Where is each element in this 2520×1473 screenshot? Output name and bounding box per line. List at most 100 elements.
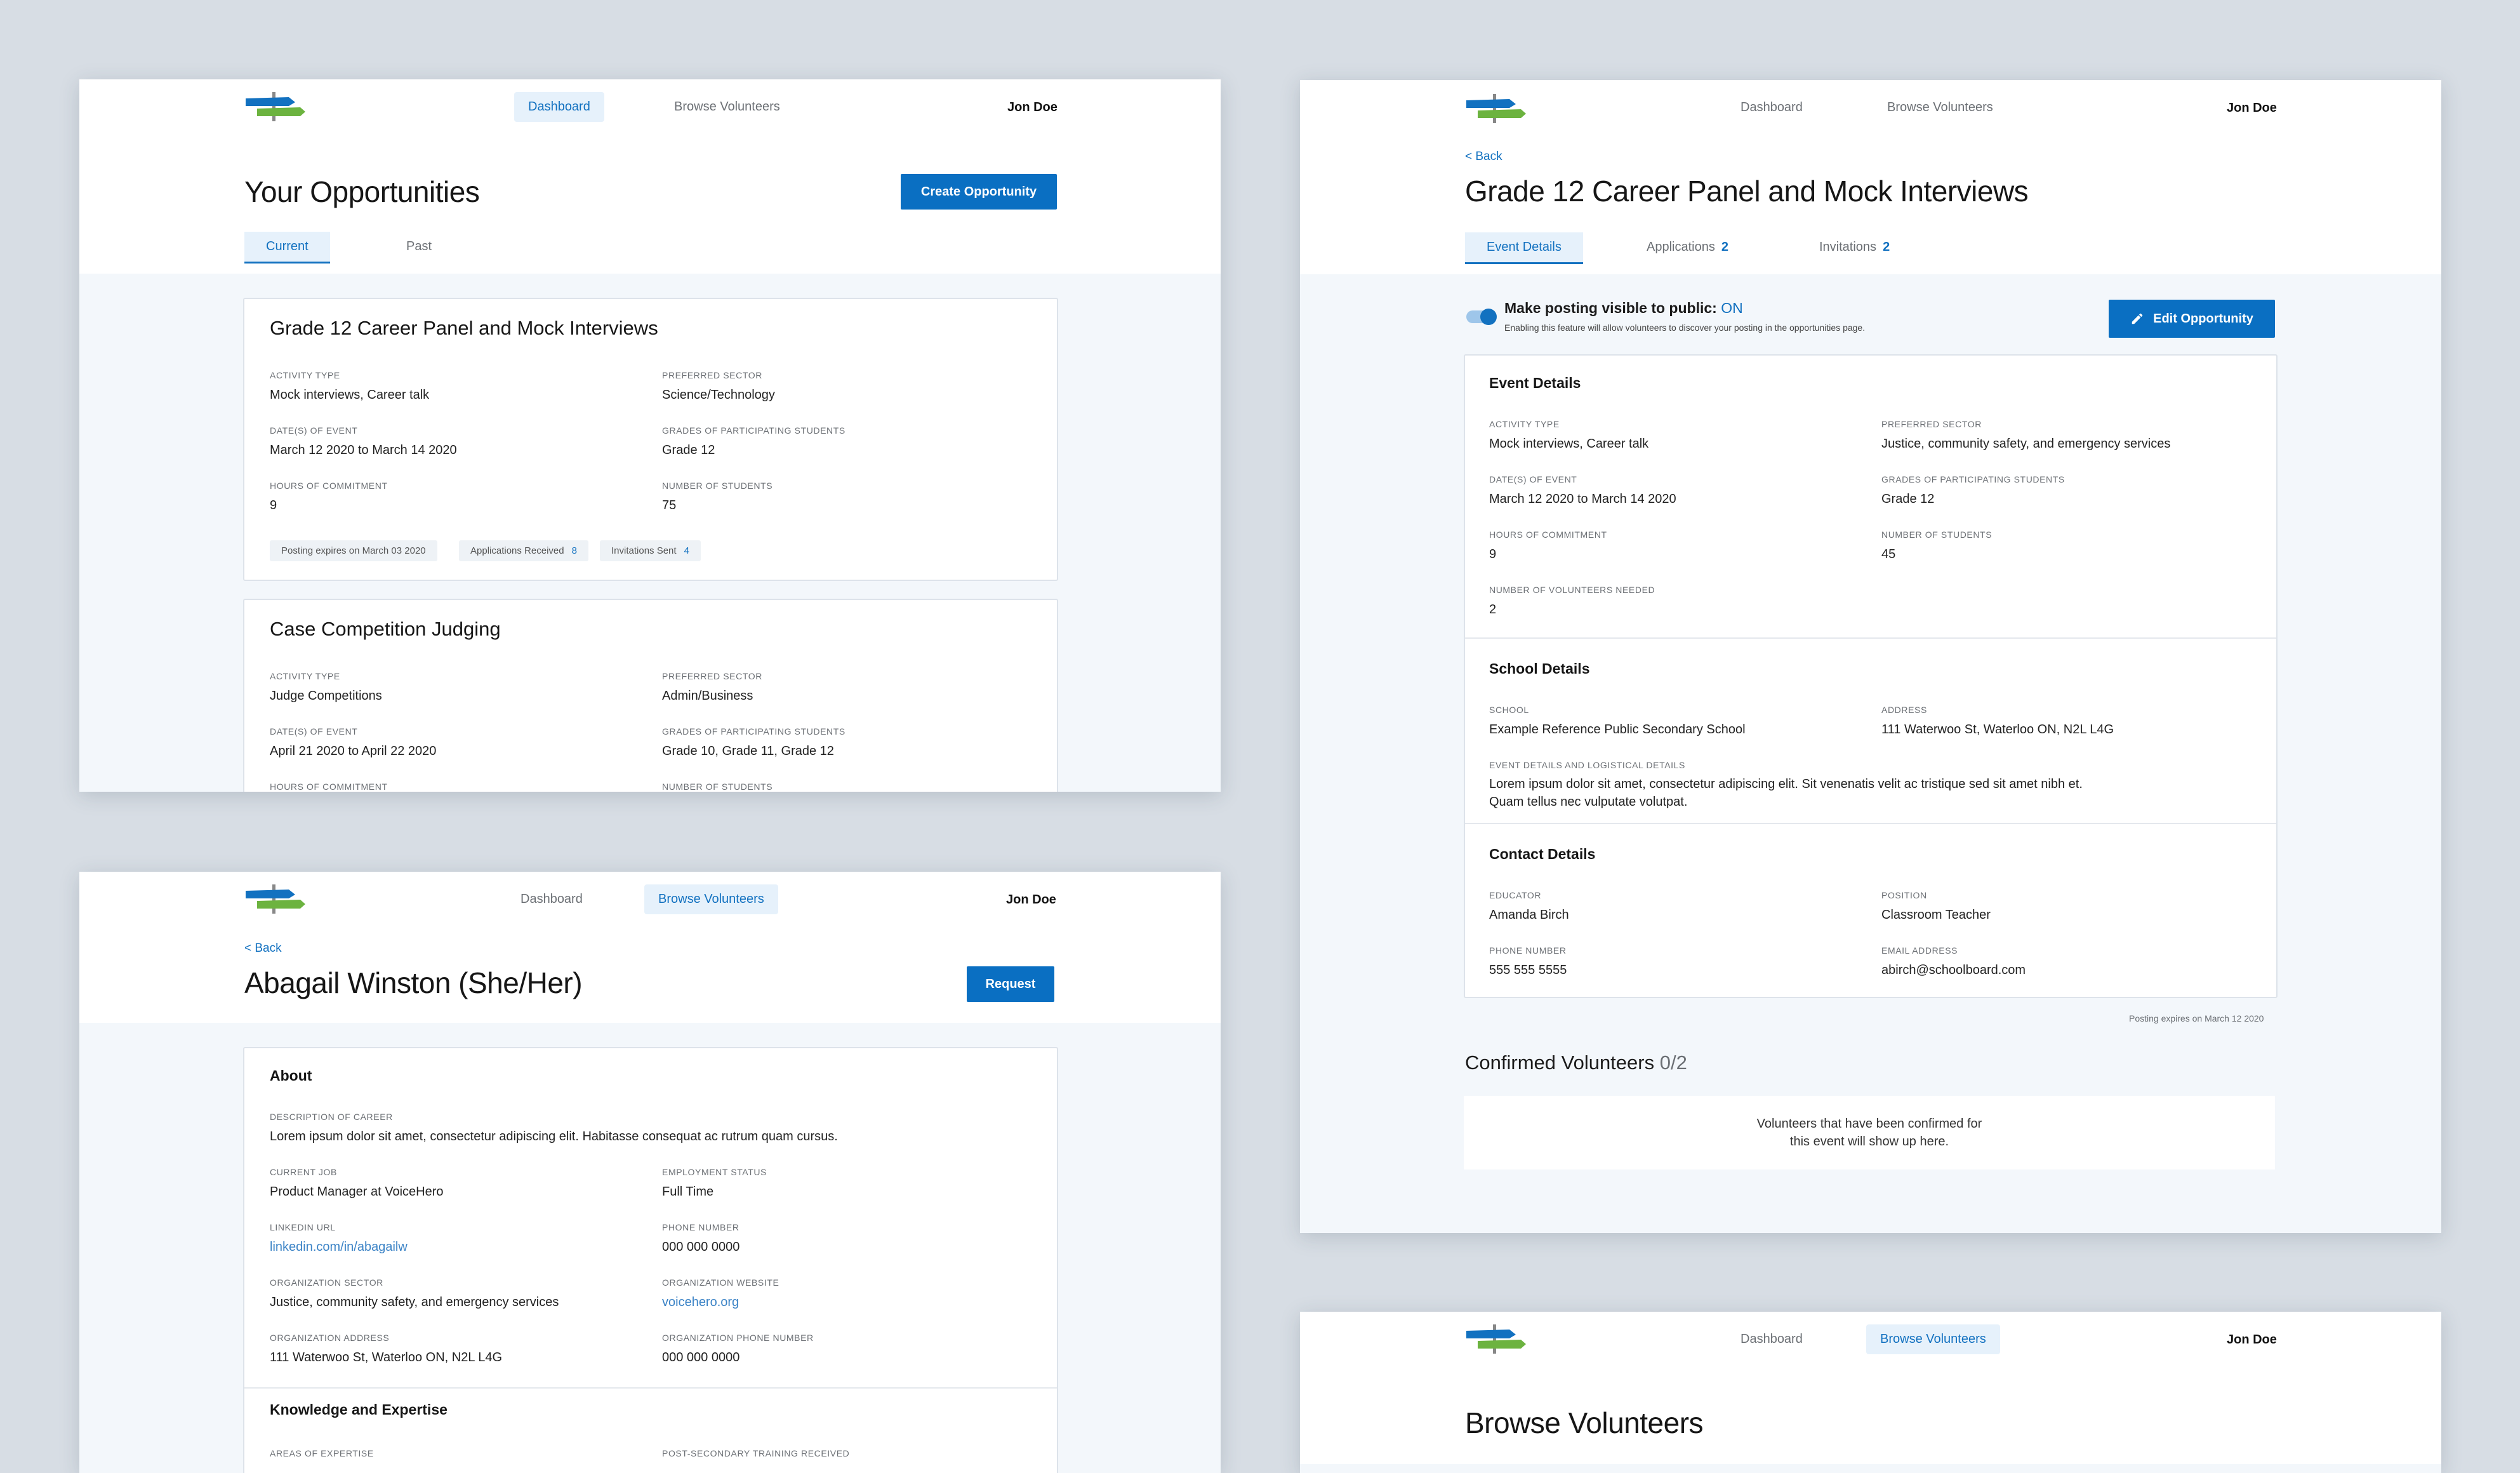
back-link[interactable]: < Back [1465, 150, 1502, 164]
opportunity-card[interactable]: Case Competition Judging Activity Type J… [243, 599, 1058, 792]
nav-dashboard[interactable]: Dashboard [514, 92, 604, 122]
tab-applications[interactable]: Applications 2 [1647, 240, 1728, 255]
org-address-value: 111 Waterwoo St, Waterloo ON, N2L L4G [270, 1350, 503, 1364]
org-sector-value: Justice, community safety, and emergency… [270, 1295, 559, 1309]
students-label: Number of Students [662, 782, 773, 792]
hours-label: Hours of Commitment [270, 481, 388, 491]
position-label: Position [1881, 890, 1927, 900]
tab-event-details[interactable]: Event Details [1465, 232, 1583, 264]
screen-your-opportunities: Dashboard Browse Volunteers Jon Doe Your… [79, 79, 1221, 792]
nav-browse-volunteers[interactable]: Browse Volunteers [644, 884, 778, 914]
confirmed-title: Confirmed Volunteers [1465, 1051, 1655, 1074]
nav-dashboard[interactable]: Dashboard [1727, 1324, 1817, 1354]
preferred-sector-value: Science/Technology [662, 388, 775, 402]
opportunity-card[interactable]: Grade 12 Career Panel and Mock Interview… [243, 298, 1058, 581]
activity-type-label: Activity Type [270, 671, 340, 681]
phone-value: 000 000 0000 [662, 1240, 740, 1254]
user-menu[interactable]: Jon Doe [2227, 101, 2277, 116]
applications-badge[interactable]: Applications Received 8 [459, 540, 588, 561]
nav-dashboard[interactable]: Dashboard [1727, 93, 1817, 123]
request-label: Request [985, 976, 1036, 991]
nav-browse-volunteers[interactable]: Browse Volunteers [1866, 1324, 2000, 1354]
edit-opportunity-button[interactable]: Edit Opportunity [2109, 300, 2275, 338]
tab-current[interactable]: Current [244, 232, 330, 263]
invitations-badge[interactable]: Invitations Sent 4 [600, 540, 701, 561]
students-label: Number of Students [1881, 530, 1993, 540]
logistics-line-2: Quam tellus nec vulputate volutpat. [1489, 795, 1688, 809]
section-divider [1465, 823, 2276, 824]
request-button[interactable]: Request [967, 966, 1054, 1002]
address-label: Address [1881, 705, 1927, 715]
phone-label: Phone Number [1489, 945, 1567, 956]
visibility-toggle[interactable] [1466, 309, 1497, 325]
org-website-link[interactable]: voicehero.org [662, 1295, 739, 1310]
invitations-count: 4 [684, 545, 689, 556]
user-menu[interactable]: Jon Doe [1007, 100, 1058, 115]
logo-icon [1466, 1324, 1526, 1354]
page-title: Browse Volunteers [1465, 1406, 1704, 1439]
tab-past[interactable]: Past [406, 239, 432, 254]
pencil-icon [2132, 313, 2143, 324]
profile-card: About Description of Career Lorem ipsum … [243, 1047, 1058, 1473]
org-phone-label: Organization Phone Number [662, 1333, 814, 1343]
email-value: abirch@schoolboard.com [1881, 963, 2026, 977]
linkedin-link[interactable]: linkedin.com/in/abagailw [270, 1240, 408, 1255]
tab-invitations-label: Invitations [1819, 240, 1877, 254]
school-label: School [1489, 705, 1529, 715]
hours-value: 9 [1489, 547, 1497, 561]
nav-dashboard[interactable]: Dashboard [507, 884, 597, 914]
section-divider [1465, 637, 2276, 639]
confirmed-count: 0/2 [1659, 1051, 1687, 1074]
user-menu[interactable]: Jon Doe [2227, 1333, 2277, 1347]
grades-label: Grades of Participating Students [662, 726, 846, 736]
preferred-sector-label: Preferred Sector [1881, 419, 1982, 429]
about-heading: About [270, 1067, 312, 1084]
card-title[interactable]: Grade 12 Career Panel and Mock Interview… [270, 317, 658, 340]
educator-label: Educator [1489, 890, 1542, 900]
page-title: Abagail Winston (She/Her) [244, 966, 583, 999]
preferred-sector-value: Admin/Business [662, 689, 753, 703]
logo-icon [246, 884, 305, 914]
preferred-sector-label: Preferred Sector [662, 671, 762, 681]
areas-of-expertise-label: Areas of Expertise [270, 1448, 374, 1458]
org-address-label: Organization Address [270, 1333, 390, 1343]
create-opportunity-button[interactable]: Create Opportunity [901, 174, 1057, 210]
card-title[interactable]: Case Competition Judging [270, 618, 501, 641]
applications-label: Applications Received [470, 545, 564, 556]
school-value: Example Reference Public Secondary Schoo… [1489, 723, 1746, 736]
toggle-knob [1480, 309, 1497, 325]
empty-state-line-2: this event will show up here. [1789, 1135, 1949, 1149]
expires-text: Posting expires on March 03 2020 [281, 545, 426, 556]
nav-browse-volunteers[interactable]: Browse Volunteers [1873, 93, 2007, 123]
educator-value: Amanda Birch [1489, 908, 1569, 922]
activity-type-label: Activity Type [1489, 419, 1560, 429]
dates-value: March 12 2020 to March 14 2020 [1489, 492, 1676, 506]
create-opportunity-label: Create Opportunity [920, 184, 1037, 199]
dates-label: Date(s) of Event [1489, 474, 1577, 484]
logo-icon [1466, 94, 1526, 123]
grades-label: Grades of Participating Students [1881, 474, 2065, 484]
expires-badge: Posting expires on March 03 2020 [270, 540, 437, 561]
nav-browse-volunteers[interactable]: Browse Volunteers [660, 92, 794, 122]
logistics-line-1: Lorem ipsum dolor sit amet, consectetur … [1489, 777, 2083, 791]
user-menu[interactable]: Jon Doe [1006, 893, 1056, 907]
edit-opportunity-label: Edit Opportunity [2153, 311, 2253, 326]
dates-value: March 12 2020 to March 14 2020 [270, 443, 457, 457]
event-details-heading: Event Details [1489, 375, 1581, 391]
grades-value: Grade 12 [1881, 492, 1935, 506]
details-card: Event Details Activity Type Mock intervi… [1464, 354, 2278, 998]
empty-state-line-1: Volunteers that have been confirmed for [1756, 1117, 1982, 1131]
employment-status-label: Employment Status [662, 1167, 767, 1177]
logo-icon [246, 92, 305, 121]
preferred-sector-value: Justice, community safety, and emergency… [1881, 437, 2171, 451]
preferred-sector-label: Preferred Sector [662, 370, 762, 380]
activity-type-label: Activity Type [270, 370, 340, 380]
career-label: Description of Career [270, 1112, 393, 1122]
phone-label: Phone Number [662, 1222, 739, 1232]
hours-label: Hours of Commitment [1489, 530, 1607, 540]
tab-applications-label: Applications [1647, 240, 1715, 254]
back-link[interactable]: < Back [244, 942, 282, 956]
tab-applications-count: 2 [1721, 240, 1728, 254]
students-value: 75 [662, 498, 677, 512]
tab-invitations[interactable]: Invitations 2 [1819, 240, 1890, 255]
